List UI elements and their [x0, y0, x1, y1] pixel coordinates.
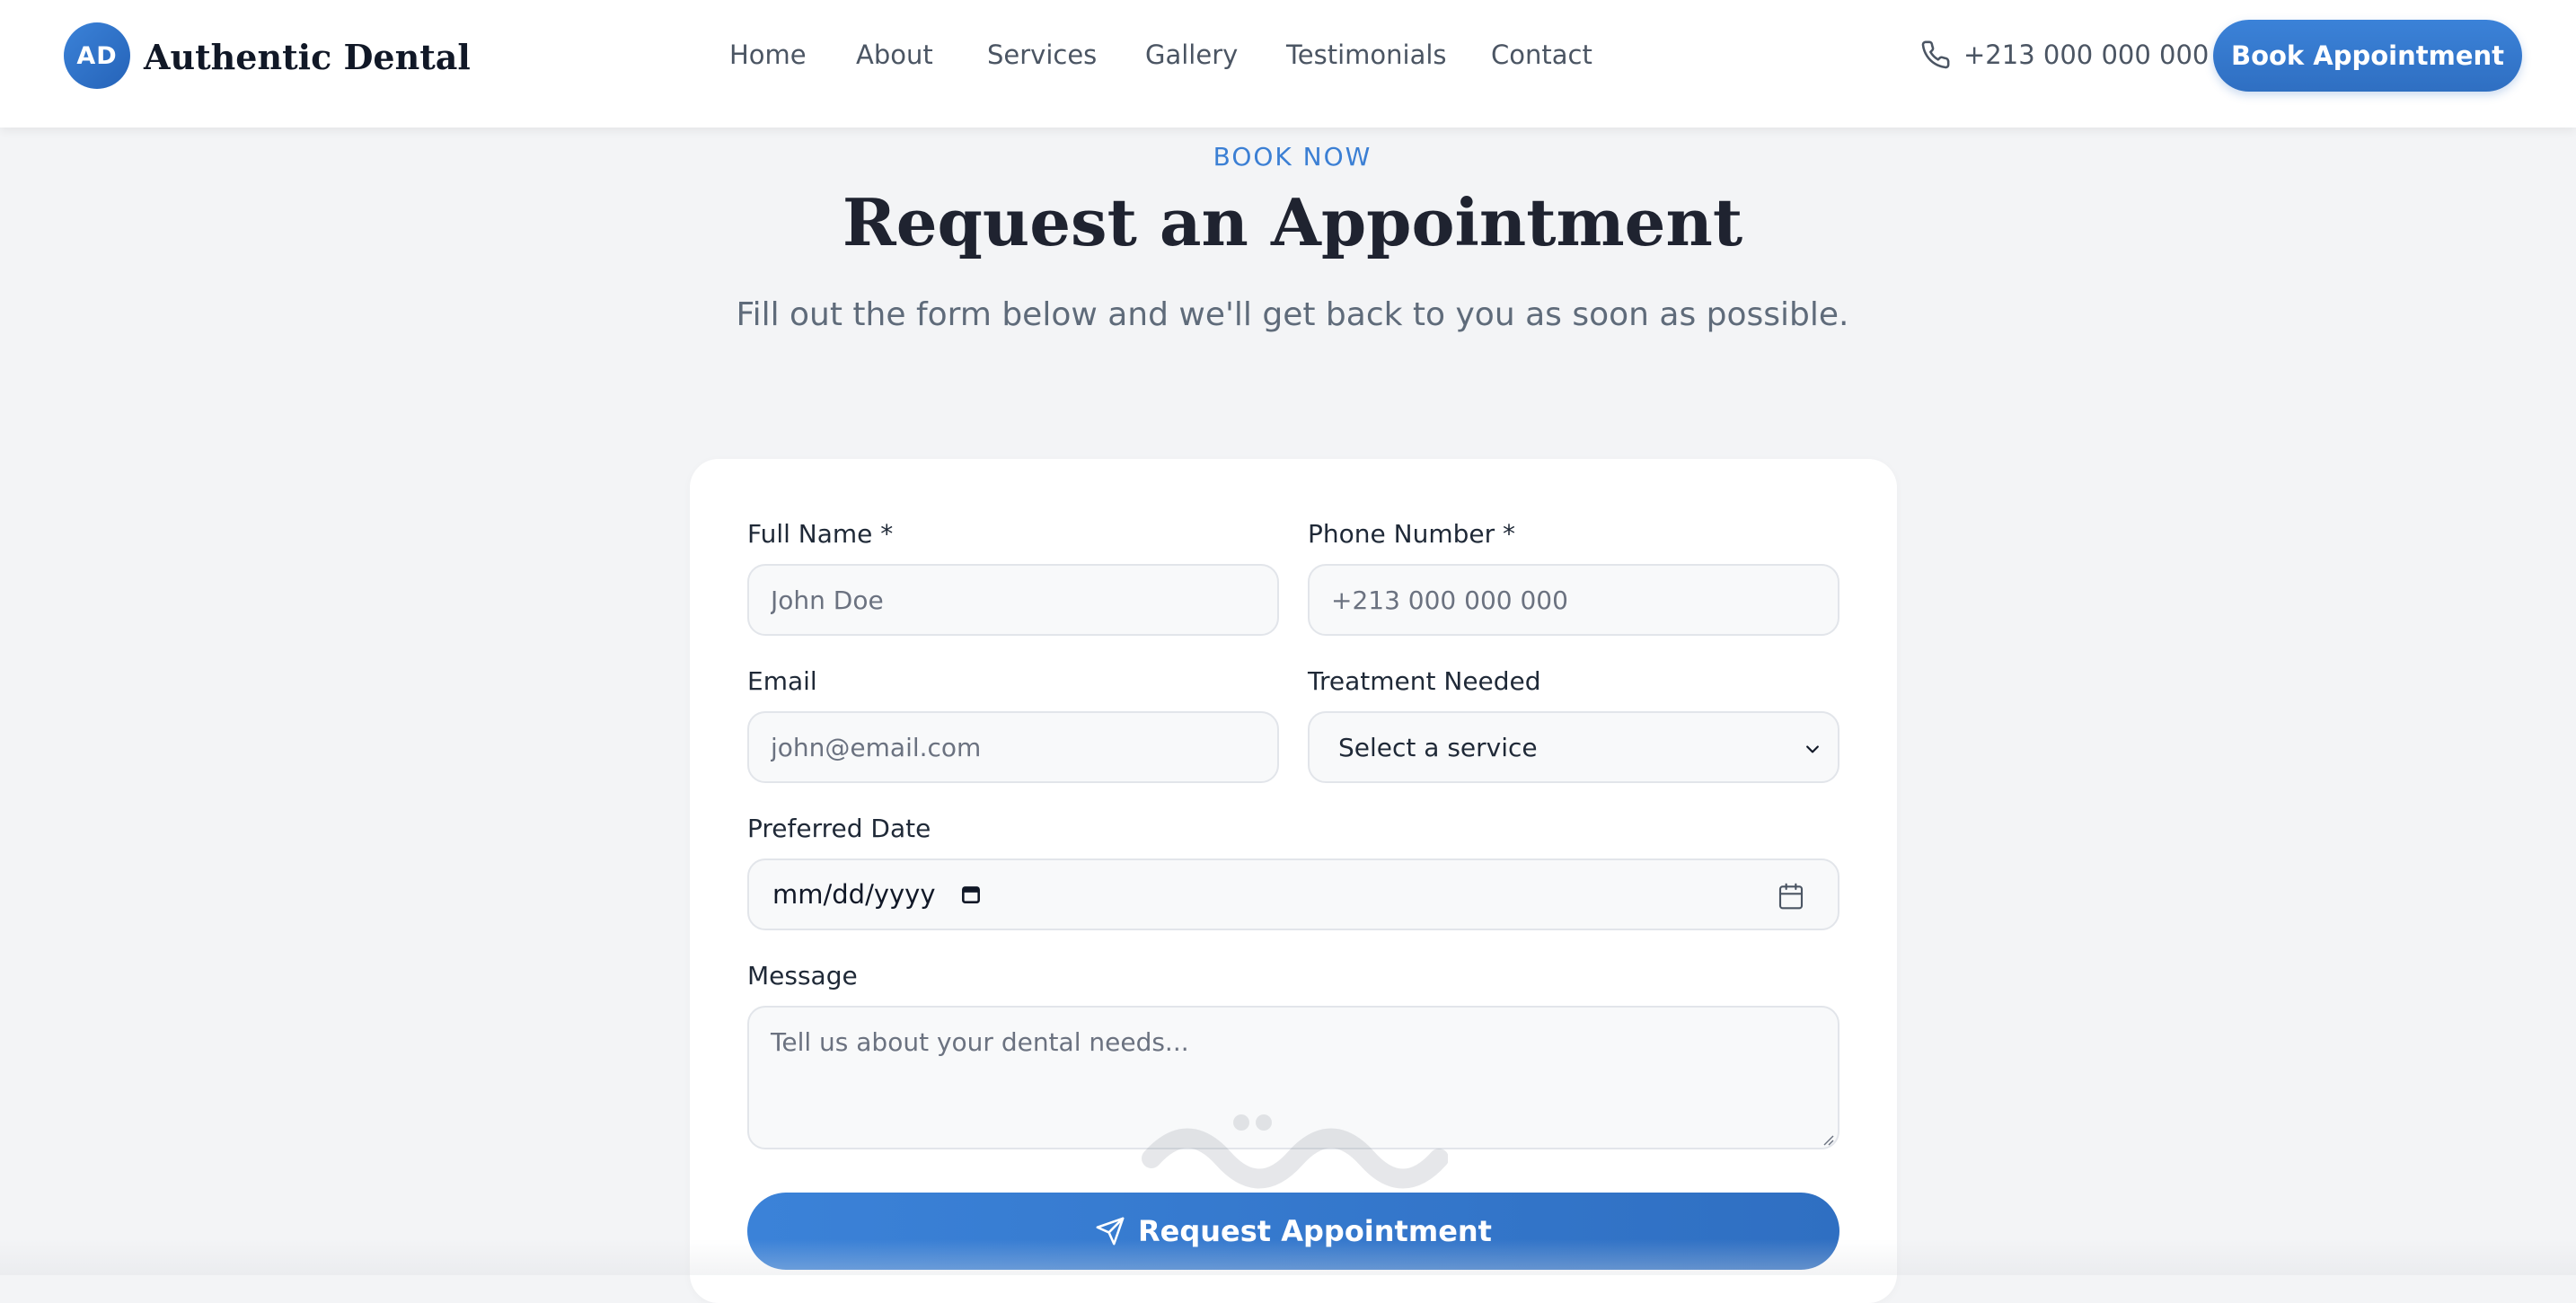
full-name-label: Full Name *: [747, 519, 894, 549]
treatment-selected-value: Select a service: [1338, 732, 1538, 762]
nav-services-link[interactable]: Services: [987, 31, 1097, 78]
site-header: AD Authentic Dental Home About Services …: [0, 0, 2576, 128]
message-textarea[interactable]: [747, 1006, 1839, 1149]
email-input[interactable]: [747, 711, 1279, 783]
request-appointment-label: Request Appointment: [1138, 1214, 1492, 1248]
calendar-icon[interactable]: [1777, 882, 1805, 911]
nav-about-link[interactable]: About: [856, 31, 933, 78]
page-title: Request an Appointment: [842, 184, 1743, 260]
full-name-input[interactable]: [747, 564, 1279, 636]
request-appointment-button[interactable]: Request Appointment: [747, 1193, 1839, 1270]
nav-contact-link[interactable]: Contact: [1491, 31, 1592, 78]
treatment-select[interactable]: Select a service: [1308, 711, 1839, 783]
logo-badge[interactable]: AD: [64, 22, 130, 89]
nav-gallery-link[interactable]: Gallery: [1145, 31, 1238, 78]
send-icon: [1096, 1217, 1125, 1246]
chevron-down-icon: [1806, 745, 1819, 753]
preferred-date-label: Preferred Date: [747, 814, 931, 843]
date-placeholder: mm/dd/yyyy: [772, 879, 936, 910]
treatment-label: Treatment Needed: [1308, 666, 1541, 696]
section-eyebrow: BOOK NOW: [1213, 142, 1372, 172]
book-appointment-button[interactable]: Book Appointment: [2213, 20, 2522, 92]
message-label: Message: [747, 961, 858, 990]
phone-number-label: Phone Number *: [1308, 519, 1516, 549]
preferred-date-input[interactable]: mm/dd/yyyy: [747, 858, 1839, 930]
header-phone-number[interactable]: +213 000 000 000: [1963, 31, 2209, 78]
brand-name[interactable]: Authentic Dental: [144, 31, 471, 83]
resize-handle-icon[interactable]: [1822, 1133, 1834, 1146]
calendar-picker-icon[interactable]: [959, 883, 983, 906]
phone-number-input[interactable]: [1308, 564, 1839, 636]
phone-icon: [1921, 40, 1950, 69]
page-subtitle: Fill out the form below and we'll get ba…: [736, 296, 1849, 333]
nav-home-link[interactable]: Home: [729, 31, 807, 78]
email-label: Email: [747, 666, 817, 696]
nav-testimonials-link[interactable]: Testimonials: [1286, 31, 1447, 78]
